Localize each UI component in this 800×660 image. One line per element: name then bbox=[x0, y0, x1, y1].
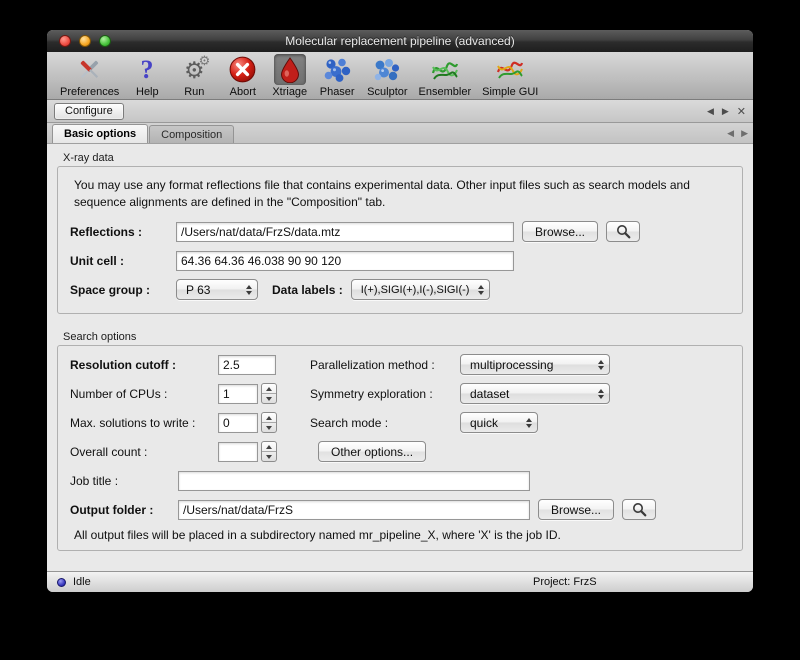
search-mode-select[interactable]: quick bbox=[460, 412, 538, 433]
xtriage-icon bbox=[274, 54, 306, 85]
overall-count-row: Overall count : Other options... bbox=[70, 441, 730, 463]
cpus-input[interactable] bbox=[218, 384, 258, 404]
search-groupbox: Resolution cutoff : Parallelization meth… bbox=[57, 345, 743, 551]
output-folder-label: Output folder : bbox=[70, 503, 178, 517]
svg-text:?: ? bbox=[141, 56, 154, 84]
output-folder-input[interactable] bbox=[178, 500, 530, 520]
tab-composition[interactable]: Composition bbox=[149, 125, 234, 143]
statusbar: Idle Project: FrzS bbox=[47, 571, 753, 592]
job-title-input[interactable] bbox=[178, 471, 530, 491]
max-solutions-input[interactable] bbox=[218, 413, 258, 433]
reflections-row: Reflections : Browse... bbox=[70, 221, 730, 243]
subtab-scroll-right-icon[interactable]: ▶ bbox=[741, 128, 748, 139]
output-folder-viewer-button[interactable] bbox=[622, 499, 656, 520]
tab-configure[interactable]: Configure bbox=[54, 103, 124, 120]
symmetry-select[interactable]: dataset bbox=[460, 383, 610, 404]
toolbar: Preferences ? Help ⚙⚙ Run bbox=[47, 52, 753, 100]
data-labels-select[interactable]: I(+),SIGI(+),I(-),SIGI(-) bbox=[351, 279, 491, 300]
toolbar-button-help[interactable]: ? Help bbox=[127, 54, 167, 98]
popup-arrows-icon bbox=[526, 418, 532, 428]
space-group-row: Space group : P 63 Data labels : I(+),SI… bbox=[70, 279, 730, 301]
unit-cell-row: Unit cell : bbox=[70, 250, 730, 272]
toolbar-button-simple-gui[interactable]: Simple GUI bbox=[479, 54, 541, 98]
configure-tabstrip: Configure ◀ ▶ ✕ bbox=[47, 100, 753, 123]
status-text: Idle bbox=[73, 576, 91, 588]
unit-cell-label: Unit cell : bbox=[70, 254, 176, 268]
unit-cell-input[interactable] bbox=[176, 251, 514, 271]
options-tabstrip: Basic options Composition ◀ ▶ bbox=[47, 123, 753, 144]
popup-arrows-icon bbox=[246, 285, 252, 295]
toolbar-button-phaser[interactable]: Phaser bbox=[315, 54, 359, 98]
reflections-browse-button[interactable]: Browse... bbox=[522, 221, 598, 242]
window-title: Molecular replacement pipeline (advanced… bbox=[47, 30, 753, 52]
max-solutions-row: Max. solutions to write : Search mode : … bbox=[70, 412, 730, 434]
close-window-button[interactable] bbox=[59, 35, 71, 47]
max-solutions-stepper[interactable] bbox=[261, 412, 277, 433]
job-title-label: Job title : bbox=[70, 474, 178, 488]
reflections-label: Reflections : bbox=[70, 225, 176, 239]
xray-groupbox: You may use any format reflections file … bbox=[57, 166, 743, 314]
cpus-row: Number of CPUs : Symmetry exploration : … bbox=[70, 383, 730, 405]
abort-icon bbox=[224, 54, 261, 85]
parallelization-select[interactable]: multiprocessing bbox=[460, 354, 610, 375]
cpus-label: Number of CPUs : bbox=[70, 387, 218, 401]
run-gear-icon: ⚙⚙ bbox=[180, 56, 208, 84]
reflections-viewer-button[interactable] bbox=[606, 221, 640, 242]
magnifier-icon bbox=[632, 502, 647, 517]
minimize-window-button[interactable] bbox=[79, 35, 91, 47]
zoom-window-button[interactable] bbox=[99, 35, 111, 47]
job-title-row: Job title : bbox=[70, 470, 730, 492]
subtab-scroll-left-icon[interactable]: ◀ bbox=[727, 128, 734, 139]
search-mode-label: Search mode : bbox=[310, 416, 460, 430]
magnifier-icon bbox=[616, 224, 631, 239]
sculptor-icon bbox=[368, 54, 406, 85]
app-window: Molecular replacement pipeline (advanced… bbox=[47, 30, 753, 592]
titlebar[interactable]: Molecular replacement pipeline (advanced… bbox=[47, 30, 753, 52]
toolbar-button-ensembler[interactable]: Ensembler bbox=[416, 54, 475, 98]
data-labels-label: Data labels : bbox=[272, 283, 343, 297]
toolbar-button-sculptor[interactable]: Sculptor bbox=[364, 54, 410, 98]
toolbar-button-xtriage[interactable]: Xtriage bbox=[269, 54, 310, 98]
max-solutions-label: Max. solutions to write : bbox=[70, 416, 218, 430]
space-group-label: Space group : bbox=[70, 283, 176, 297]
tab-close-icon[interactable]: ✕ bbox=[737, 105, 746, 118]
help-icon: ? bbox=[130, 54, 164, 85]
tab-scroll-right-icon[interactable]: ▶ bbox=[722, 106, 729, 117]
preferences-icon bbox=[71, 54, 108, 85]
project-label: Project: FrzS bbox=[533, 576, 597, 588]
cpus-stepper[interactable] bbox=[261, 383, 277, 404]
space-group-select[interactable]: P 63 bbox=[176, 279, 258, 300]
toolbar-button-run[interactable]: ⚙⚙ Run bbox=[172, 54, 216, 98]
toolbar-button-abort[interactable]: Abort bbox=[221, 54, 264, 98]
popup-arrows-icon bbox=[598, 389, 604, 399]
reflections-input[interactable] bbox=[176, 222, 514, 242]
resolution-label: Resolution cutoff : bbox=[70, 358, 218, 372]
parallelization-label: Parallelization method : bbox=[310, 358, 460, 372]
xray-description: You may use any format reflections file … bbox=[74, 177, 724, 211]
output-note: All output files will be placed in a sub… bbox=[74, 528, 730, 542]
popup-arrows-icon bbox=[478, 285, 484, 295]
popup-arrows-icon bbox=[598, 360, 604, 370]
overall-count-label: Overall count : bbox=[70, 445, 218, 459]
tab-basic-options[interactable]: Basic options bbox=[52, 124, 148, 143]
toolbar-button-preferences[interactable]: Preferences bbox=[57, 54, 122, 98]
other-options-button[interactable]: Other options... bbox=[318, 441, 426, 462]
ensembler-icon bbox=[426, 54, 464, 85]
symmetry-label: Symmetry exploration : bbox=[310, 387, 460, 401]
simple-gui-icon bbox=[491, 54, 529, 85]
resolution-input[interactable] bbox=[218, 355, 276, 375]
basic-options-panel: X-ray data You may use any format reflec… bbox=[47, 144, 753, 571]
traffic-lights bbox=[59, 30, 111, 52]
xray-group-title: X-ray data bbox=[63, 152, 753, 164]
phaser-icon bbox=[318, 54, 356, 85]
status-indicator-icon bbox=[57, 578, 66, 587]
search-group-title: Search options bbox=[63, 331, 753, 343]
output-folder-browse-button[interactable]: Browse... bbox=[538, 499, 614, 520]
overall-count-input[interactable] bbox=[218, 442, 258, 462]
output-folder-row: Output folder : Browse... bbox=[70, 499, 730, 521]
tab-scroll-left-icon[interactable]: ◀ bbox=[707, 106, 714, 117]
overall-count-stepper[interactable] bbox=[261, 441, 277, 462]
resolution-row: Resolution cutoff : Parallelization meth… bbox=[70, 354, 730, 376]
